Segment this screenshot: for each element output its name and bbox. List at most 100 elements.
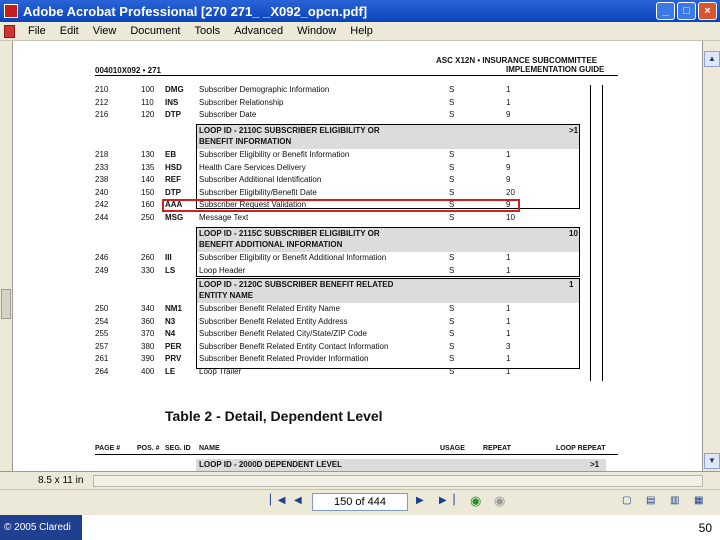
pages-panel-tab[interactable] — [1, 289, 11, 319]
cell-repeat: 9 — [506, 175, 511, 185]
cell-page: 246 — [95, 253, 109, 262]
loop-2115c-title-1: LOOP ID - 2115C SUBSCRIBER ELIGIBILITY O… — [199, 229, 380, 238]
continuous-page-icon[interactable]: ▤ — [646, 495, 655, 506]
continuous-facing-icon[interactable]: ▦ — [694, 495, 703, 506]
cell-usage: S — [449, 341, 455, 351]
cell-seg: REF — [165, 175, 181, 185]
menu-advanced[interactable]: Advanced — [227, 25, 290, 37]
cell-seg: DTP — [165, 187, 181, 197]
cell-repeat: 1 — [506, 265, 511, 275]
cell-usage: S — [449, 366, 455, 376]
cell-name: Loop Header — [199, 265, 246, 275]
cell-seg: EB — [165, 150, 177, 159]
cell-name: Loop Trailer — [199, 366, 242, 376]
menu-file[interactable]: File — [21, 25, 53, 37]
facing-pages-icon[interactable]: ▥ — [670, 495, 679, 506]
vertical-scrollbar[interactable]: ▲ ▼ — [702, 41, 720, 471]
cell-page: 240 — [95, 187, 109, 197]
cell-seg: LS — [165, 265, 176, 275]
cell-usage: S — [449, 187, 455, 197]
cell-repeat: 1 — [506, 85, 511, 94]
menu-tools[interactable]: Tools — [188, 25, 228, 37]
menu-edit[interactable]: Edit — [53, 25, 86, 37]
cell-page: 261 — [95, 354, 109, 363]
cell-repeat: 1 — [506, 366, 511, 376]
last-page-icon[interactable]: ▶▕ — [439, 495, 454, 506]
cell-page: 242 — [95, 200, 109, 210]
page-size-bar: 8.5 x 11 in — [0, 471, 720, 489]
cell-page: 212 — [95, 97, 109, 107]
scroll-down-arrow[interactable]: ▼ — [704, 453, 720, 469]
menu-help[interactable]: Help — [343, 25, 380, 37]
cell-name: Subscriber Benefit Related City/State/ZI… — [199, 329, 367, 338]
cell-page: 210 — [95, 85, 109, 94]
menu-document[interactable]: Document — [123, 25, 187, 37]
first-page-icon[interactable]: ▏◀ — [270, 495, 285, 506]
cell-pos: 110 — [141, 97, 154, 107]
cell-pos: 250 — [141, 213, 155, 222]
column-header: LOOP REPEAT — [556, 445, 606, 452]
loop-2115c-repeat: 10 — [569, 229, 578, 238]
cell-pos: 400 — [141, 366, 155, 376]
loop-2110c-title-1: LOOP ID - 2110C SUBSCRIBER ELIGIBILITY O… — [199, 126, 380, 135]
cell-repeat: 1 — [506, 97, 511, 107]
loop-2120c-title-2: ENTITY NAME — [199, 291, 254, 300]
maximize-button[interactable]: □ — [677, 2, 696, 20]
loop-bracket-inner — [590, 85, 591, 381]
cell-repeat: 20 — [506, 187, 515, 197]
page-size-label: 8.5 x 11 in — [38, 475, 84, 486]
cell-page: 218 — [95, 150, 109, 159]
cell-name: Subscriber Eligibility/Benefit Date — [199, 187, 317, 197]
navigation-toolbar: ▏◀ ◀ 150 of 444 ▶ ▶▕ ◉ ◉ ▢ ▤ ▥ ▦ — [0, 489, 720, 515]
single-page-icon[interactable]: ▢ — [622, 495, 631, 506]
menu-view[interactable]: View — [86, 25, 124, 37]
cell-pos: 260 — [141, 253, 155, 262]
cell-pos: 380 — [141, 341, 155, 351]
cell-usage: S — [449, 175, 455, 185]
cell-usage: S — [449, 162, 455, 172]
document-viewport[interactable]: 004010X092 • 271 ASC X12N • INSURANCE SU… — [13, 41, 702, 471]
loop-2110c-title-2: BENEFIT INFORMATION — [199, 137, 292, 146]
page-header-right-1: ASC X12N • INSURANCE SUBCOMMITTEE — [436, 56, 598, 65]
loop-2120c-repeat: 1 — [569, 280, 574, 289]
cell-usage: S — [449, 253, 455, 262]
page-number-field[interactable]: 150 of 444 — [312, 493, 408, 511]
loop-2115c-title-2: BENEFIT ADDITIONAL INFORMATION — [199, 240, 343, 249]
cell-seg: NM1 — [165, 304, 182, 313]
cell-repeat: 1 — [506, 316, 511, 326]
navigation-pane — [0, 41, 13, 471]
cell-usage: S — [449, 213, 455, 222]
cell-seg: HSD — [165, 162, 182, 172]
window-controls: _ □ × — [656, 2, 717, 20]
close-button[interactable]: × — [698, 2, 717, 20]
scroll-up-arrow[interactable]: ▲ — [704, 51, 720, 67]
page-header-left: 004010X092 • 271 — [95, 66, 161, 75]
cell-repeat: 10 — [506, 213, 515, 222]
cell-page: 250 — [95, 304, 109, 313]
cell-name: Subscriber Demographic Information — [199, 85, 330, 94]
previous-page-icon[interactable]: ◀ — [294, 495, 302, 506]
cell-pos: 390 — [141, 354, 155, 363]
menu-window[interactable]: Window — [290, 25, 343, 37]
header-rule — [95, 75, 618, 76]
cell-repeat: 1 — [506, 150, 511, 159]
acrobat-window: Adobe Acrobat Professional [270 271_ _X0… — [0, 0, 720, 540]
horizontal-scrollbar[interactable] — [93, 475, 703, 487]
cell-pos: 340 — [141, 304, 155, 313]
cell-pos: 130 — [141, 150, 155, 159]
column-header: REPEAT — [483, 445, 511, 452]
cell-usage: S — [449, 329, 455, 338]
cell-page: 257 — [95, 341, 109, 351]
previous-view-icon[interactable]: ◉ — [470, 493, 481, 509]
cell-name: Subscriber Date — [199, 110, 257, 119]
loop-2000d-title: LOOP ID - 2000D DEPENDENT LEVEL — [199, 460, 342, 469]
document-icon[interactable] — [4, 24, 15, 38]
cell-name: Subscriber Benefit Related Entity Addres… — [199, 316, 348, 326]
next-page-icon[interactable]: ▶ — [416, 495, 424, 506]
cell-usage: S — [449, 354, 455, 363]
minimize-button[interactable]: _ — [656, 2, 675, 20]
slide-number: 50 — [698, 521, 712, 535]
next-view-icon[interactable]: ◉ — [494, 493, 505, 509]
cell-usage: S — [449, 316, 455, 326]
cell-seg: N3 — [165, 316, 176, 326]
